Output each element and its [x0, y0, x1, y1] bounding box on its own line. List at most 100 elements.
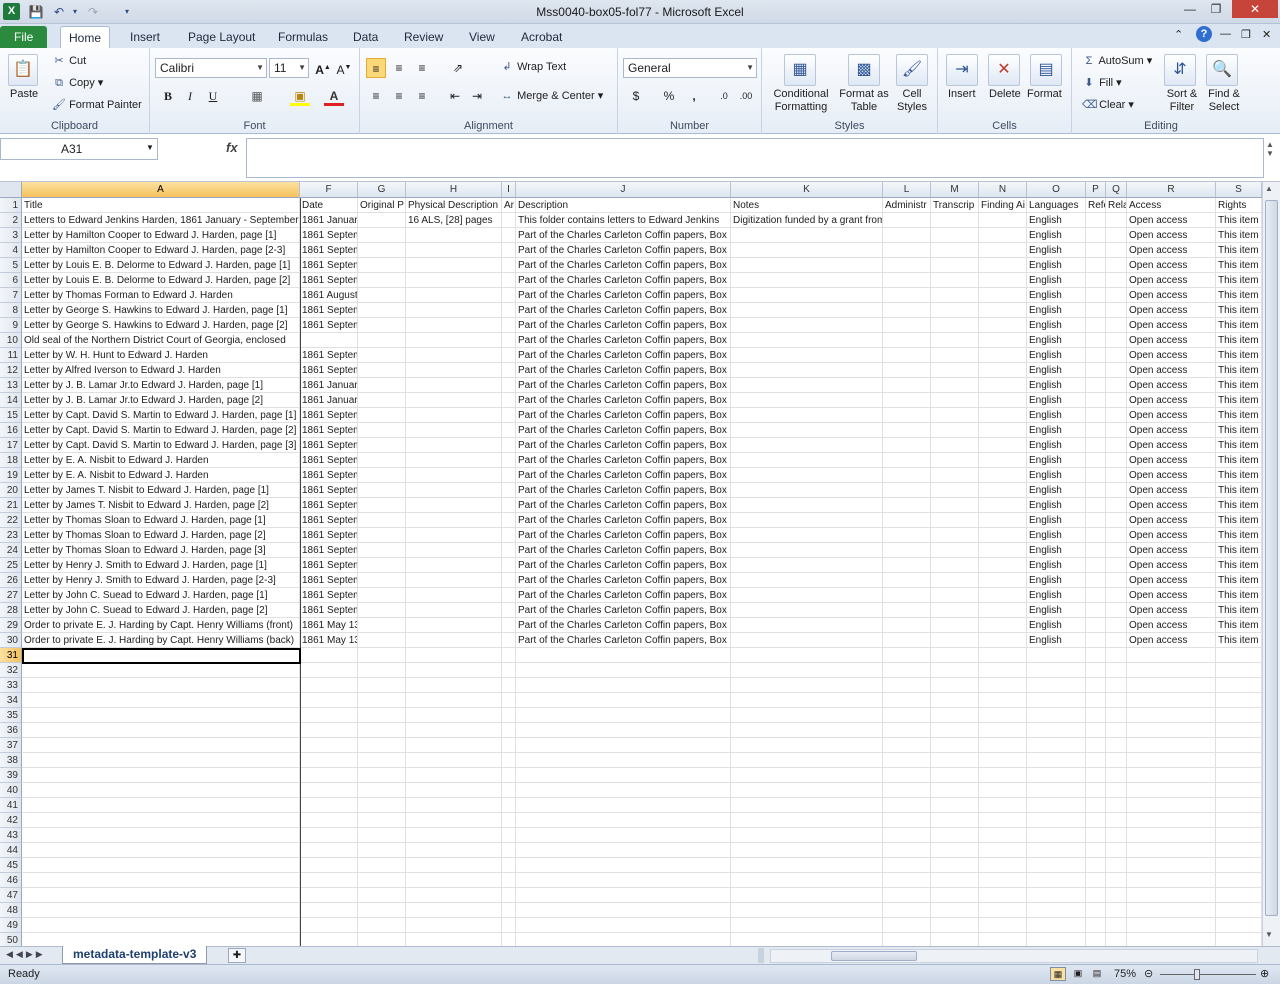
row-header-21[interactable]: 21	[0, 498, 22, 513]
table-cell[interactable]: English	[1027, 258, 1086, 273]
table-cell[interactable]	[300, 693, 358, 708]
table-cell[interactable]	[1127, 708, 1216, 723]
table-cell[interactable]: English	[1027, 408, 1086, 423]
table-cell[interactable]	[883, 408, 931, 423]
table-cell[interactable]	[931, 543, 979, 558]
table-cell[interactable]	[502, 678, 516, 693]
table-cell[interactable]	[979, 438, 1027, 453]
table-cell[interactable]	[1106, 708, 1127, 723]
table-cell[interactable]	[883, 318, 931, 333]
table-cell[interactable]: Part of the Charles Carleton Coffin pape…	[516, 273, 731, 288]
table-cell[interactable]: Letter by Henry J. Smith to Edward J. Ha…	[22, 558, 300, 573]
table-cell[interactable]	[883, 273, 931, 288]
table-cell[interactable]	[516, 723, 731, 738]
table-cell[interactable]	[1086, 288, 1106, 303]
table-cell[interactable]	[1086, 813, 1106, 828]
table-cell[interactable]	[883, 753, 931, 768]
tab-split-handle[interactable]	[758, 948, 764, 963]
table-cell[interactable]	[1027, 723, 1086, 738]
table-cell[interactable]: This folder contains letters to Edward J…	[516, 213, 731, 228]
table-cell[interactable]	[731, 873, 883, 888]
header-cell[interactable]: Date	[300, 198, 358, 213]
table-cell[interactable]	[22, 858, 300, 873]
table-cell[interactable]	[731, 843, 883, 858]
table-cell[interactable]: Part of the Charles Carleton Coffin pape…	[516, 318, 731, 333]
table-cell[interactable]	[358, 858, 406, 873]
table-cell[interactable]	[406, 498, 502, 513]
table-cell[interactable]	[516, 813, 731, 828]
page-layout-view-icon[interactable]: ▣	[1070, 967, 1086, 981]
table-cell[interactable]	[979, 453, 1027, 468]
table-cell[interactable]: English	[1027, 438, 1086, 453]
table-cell[interactable]	[979, 483, 1027, 498]
table-cell[interactable]	[358, 633, 406, 648]
table-cell[interactable]	[1086, 768, 1106, 783]
table-cell[interactable]: Letter by Thomas Forman to Edward J. Har…	[22, 288, 300, 303]
table-cell[interactable]	[731, 483, 883, 498]
table-cell[interactable]	[731, 618, 883, 633]
table-cell[interactable]	[979, 903, 1027, 918]
table-cell[interactable]	[1086, 588, 1106, 603]
table-cell[interactable]	[1106, 723, 1127, 738]
table-cell[interactable]	[979, 348, 1027, 363]
table-cell[interactable]	[1086, 573, 1106, 588]
table-cell[interactable]	[1086, 393, 1106, 408]
table-cell[interactable]: Part of the Charles Carleton Coffin pape…	[516, 543, 731, 558]
table-cell[interactable]	[516, 798, 731, 813]
table-cell[interactable]	[502, 723, 516, 738]
table-cell[interactable]	[406, 753, 502, 768]
table-cell[interactable]	[502, 453, 516, 468]
table-cell[interactable]	[1086, 933, 1106, 946]
table-cell[interactable]	[731, 798, 883, 813]
table-cell[interactable]: English	[1027, 573, 1086, 588]
column-header-n[interactable]: N	[979, 182, 1027, 198]
table-cell[interactable]	[358, 288, 406, 303]
table-cell[interactable]	[883, 693, 931, 708]
table-cell[interactable]	[1127, 723, 1216, 738]
table-cell[interactable]	[516, 708, 731, 723]
table-cell[interactable]	[731, 588, 883, 603]
table-cell[interactable]	[931, 228, 979, 243]
table-cell[interactable]: This item	[1216, 243, 1262, 258]
tab-view[interactable]: View	[461, 26, 503, 48]
table-cell[interactable]	[358, 588, 406, 603]
table-cell[interactable]	[406, 918, 502, 933]
table-cell[interactable]	[406, 708, 502, 723]
table-cell[interactable]	[406, 513, 502, 528]
table-cell[interactable]: 1861 January 19	[300, 393, 358, 408]
table-cell[interactable]: English	[1027, 483, 1086, 498]
table-cell[interactable]: Letter by George S. Hawkins to Edward J.…	[22, 303, 300, 318]
table-cell[interactable]	[406, 843, 502, 858]
zoom-slider-thumb[interactable]	[1194, 969, 1200, 980]
row-header-32[interactable]: 32	[0, 663, 22, 678]
table-cell[interactable]: This item	[1216, 468, 1262, 483]
table-cell[interactable]	[358, 468, 406, 483]
table-cell[interactable]: English	[1027, 513, 1086, 528]
row-header-12[interactable]: 12	[0, 363, 22, 378]
table-cell[interactable]	[406, 768, 502, 783]
table-cell[interactable]: Part of the Charles Carleton Coffin pape…	[516, 423, 731, 438]
table-cell[interactable]	[1027, 858, 1086, 873]
column-header-p[interactable]: P	[1086, 182, 1106, 198]
align-center-icon[interactable]: ≡	[389, 86, 409, 106]
table-cell[interactable]	[883, 573, 931, 588]
table-cell[interactable]	[883, 603, 931, 618]
table-cell[interactable]	[1086, 693, 1106, 708]
table-cell[interactable]	[883, 678, 931, 693]
table-cell[interactable]	[731, 243, 883, 258]
table-cell[interactable]: Letter by Thomas Sloan to Edward J. Hard…	[22, 528, 300, 543]
table-cell[interactable]	[516, 663, 731, 678]
table-cell[interactable]	[502, 348, 516, 363]
table-cell[interactable]	[516, 768, 731, 783]
table-cell[interactable]: Letter by Capt. David S. Martin to Edwar…	[22, 438, 300, 453]
table-cell[interactable]	[731, 273, 883, 288]
table-cell[interactable]	[1216, 813, 1262, 828]
table-cell[interactable]	[931, 468, 979, 483]
table-cell[interactable]	[731, 288, 883, 303]
table-cell[interactable]	[731, 513, 883, 528]
table-cell[interactable]: Open access	[1127, 438, 1216, 453]
table-cell[interactable]	[1216, 873, 1262, 888]
table-cell[interactable]	[731, 378, 883, 393]
table-cell[interactable]	[1106, 528, 1127, 543]
table-cell[interactable]: Letter by Thomas Sloan to Edward J. Hard…	[22, 513, 300, 528]
